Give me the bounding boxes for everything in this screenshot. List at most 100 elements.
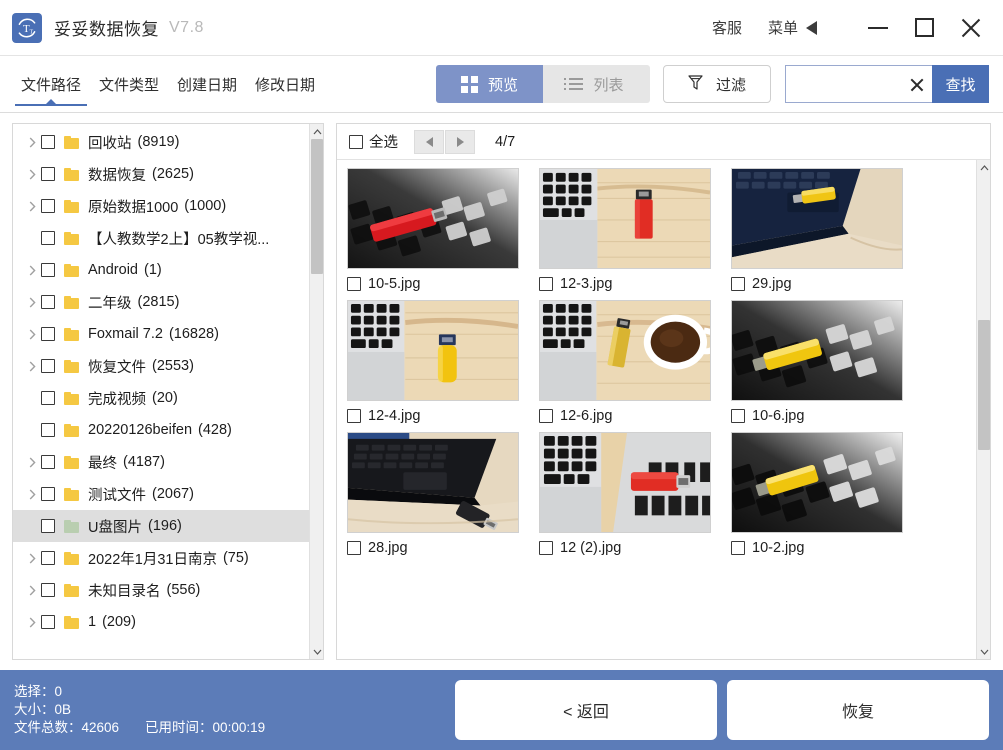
chevron-right-icon[interactable]	[23, 169, 41, 180]
chevron-right-icon[interactable]	[23, 457, 41, 468]
tree-item-checkbox[interactable]	[41, 487, 55, 501]
tree-scrollbar-thumb[interactable]	[311, 139, 323, 274]
view-mode-list-button[interactable]: 列表	[543, 65, 650, 103]
tree-item-recycle-bin[interactable]: 回收站 (8919)	[13, 126, 309, 158]
tab-file-path[interactable]: 文件路径	[12, 56, 90, 113]
chevron-right-icon[interactable]	[23, 617, 41, 628]
chevron-right-icon[interactable]	[23, 297, 41, 308]
thumbnail-scrollbar[interactable]	[976, 160, 990, 659]
tree-item-unknown-directory[interactable]: 未知目录名 (556)	[13, 574, 309, 606]
file-label-row[interactable]: 10-2.jpg	[731, 540, 917, 556]
search-box[interactable]	[785, 65, 932, 103]
tree-item-second-grade[interactable]: 二年级 (2815)	[13, 286, 309, 318]
file-label-row[interactable]: 12-6.jpg	[539, 408, 725, 424]
scroll-up-icon[interactable]	[310, 124, 323, 139]
filter-button[interactable]: 过滤	[663, 65, 771, 103]
file-checkbox[interactable]	[731, 409, 745, 423]
file-label-row[interactable]: 10-5.jpg	[347, 276, 533, 292]
file-thumbnail-gold-usb-coffee[interactable]	[539, 300, 711, 401]
file-label-row[interactable]: 29.jpg	[731, 276, 917, 292]
close-button[interactable]	[947, 5, 993, 51]
file-thumbnail-yellow-usb-on-wood[interactable]	[347, 300, 519, 401]
prev-page-button[interactable]	[414, 129, 444, 154]
tree-item-checkbox[interactable]	[41, 455, 55, 469]
tree-item-foxmail[interactable]: Foxmail 7.2 (16828)	[13, 318, 309, 350]
tree-item-checkbox[interactable]	[41, 167, 55, 181]
file-checkbox[interactable]	[539, 409, 553, 423]
tree-item-checkbox[interactable]	[41, 359, 55, 373]
tab-modified-date[interactable]: 修改日期	[246, 56, 324, 113]
scroll-down-icon[interactable]	[977, 644, 990, 659]
tree-item-original-data-1000[interactable]: 原始数据1000 (1000)	[13, 190, 309, 222]
tree-item-data-recovery[interactable]: 数据恢复 (2625)	[13, 158, 309, 190]
scroll-up-icon[interactable]	[977, 160, 990, 175]
tree-item-checkbox[interactable]	[41, 327, 55, 341]
file-checkbox[interactable]	[731, 277, 745, 291]
chevron-right-icon[interactable]	[23, 553, 41, 564]
maximize-button[interactable]	[901, 5, 947, 51]
select-all-control[interactable]: 全选	[349, 131, 398, 152]
chevron-right-icon[interactable]	[23, 361, 41, 372]
find-button[interactable]: 查找	[932, 65, 989, 103]
tree-item-finished-video[interactable]: 完成视频 (20)	[13, 382, 309, 414]
file-thumbnail-red-usb-on-wood[interactable]	[539, 168, 711, 269]
file-thumbnail-yellow-usb-on-keyboard[interactable]	[731, 300, 903, 401]
chevron-right-icon[interactable]	[23, 329, 41, 340]
view-mode-preview-button[interactable]: 预览	[436, 65, 543, 103]
file-label-row[interactable]: 28.jpg	[347, 540, 533, 556]
chevron-right-icon[interactable]	[23, 137, 41, 148]
tab-created-date[interactable]: 创建日期	[168, 56, 246, 113]
file-label-row[interactable]: 12-4.jpg	[347, 408, 533, 424]
minimize-button[interactable]	[855, 5, 901, 51]
scroll-down-icon[interactable]	[310, 644, 323, 659]
thumbnail-scrollbar-thumb[interactable]	[978, 320, 990, 450]
tree-item-checkbox[interactable]	[41, 231, 55, 245]
tree-item-checkbox[interactable]	[41, 199, 55, 213]
tree-item-checkbox[interactable]	[41, 551, 55, 565]
file-label-row[interactable]: 12-3.jpg	[539, 276, 725, 292]
chevron-right-icon[interactable]	[23, 265, 41, 276]
file-thumbnail-black-usb-dark-laptop[interactable]	[347, 432, 519, 533]
tree-item-nanjing-20220131[interactable]: 2022年1月31日南京 (75)	[13, 542, 309, 574]
tree-item-1[interactable]: 1 (209)	[13, 606, 309, 638]
tree-item-checkbox[interactable]	[41, 423, 55, 437]
tree-item-checkbox[interactable]	[41, 615, 55, 629]
tree-item-test-files[interactable]: 测试文件 (2067)	[13, 478, 309, 510]
tree-item-usb-images[interactable]: U盘图片 (196)	[13, 510, 309, 542]
customer-support-button[interactable]: 客服	[712, 17, 742, 38]
next-page-button[interactable]	[445, 129, 475, 154]
file-checkbox[interactable]	[347, 409, 361, 423]
file-checkbox[interactable]	[347, 541, 361, 555]
menu-button[interactable]: 菜单	[768, 17, 817, 38]
tree-item-recovered-files[interactable]: 恢复文件 (2553)	[13, 350, 309, 382]
tree-item-final[interactable]: 最终 (4187)	[13, 446, 309, 478]
tree-item-checkbox[interactable]	[41, 519, 55, 533]
tree-item-checkbox[interactable]	[41, 391, 55, 405]
tree-item-math-video[interactable]: 【人教数学2上】05教学视...	[13, 222, 309, 254]
file-thumbnail-yellow-usb-keyboard-2[interactable]	[731, 432, 903, 533]
file-label-row[interactable]: 10-6.jpg	[731, 408, 917, 424]
chevron-right-icon[interactable]	[23, 201, 41, 212]
file-thumbnail-red-usb-on-keyboard[interactable]	[347, 168, 519, 269]
chevron-right-icon[interactable]	[23, 489, 41, 500]
file-checkbox[interactable]	[347, 277, 361, 291]
file-label-row[interactable]: 12 (2).jpg	[539, 540, 725, 556]
tree-item-20220126beifen[interactable]: 20220126beifen (428)	[13, 414, 309, 446]
recover-button[interactable]: 恢复	[727, 680, 989, 740]
tree-item-checkbox[interactable]	[41, 583, 55, 597]
file-thumbnail-red-usb-on-poster[interactable]	[539, 432, 711, 533]
tree-item-android[interactable]: Android (1)	[13, 254, 309, 286]
tree-scrollbar[interactable]	[309, 124, 323, 659]
file-checkbox[interactable]	[539, 541, 553, 555]
file-checkbox[interactable]	[539, 277, 553, 291]
search-input[interactable]	[794, 76, 905, 92]
chevron-right-icon[interactable]	[23, 585, 41, 596]
back-button[interactable]: < 返回	[455, 680, 717, 740]
clear-search-icon[interactable]	[909, 77, 924, 92]
tree-item-checkbox[interactable]	[41, 135, 55, 149]
tree-item-checkbox[interactable]	[41, 263, 55, 277]
file-checkbox[interactable]	[731, 541, 745, 555]
tab-file-type[interactable]: 文件类型	[90, 56, 168, 113]
file-thumbnail-yellow-usb-blue-laptop[interactable]	[731, 168, 903, 269]
tree-item-checkbox[interactable]	[41, 295, 55, 309]
